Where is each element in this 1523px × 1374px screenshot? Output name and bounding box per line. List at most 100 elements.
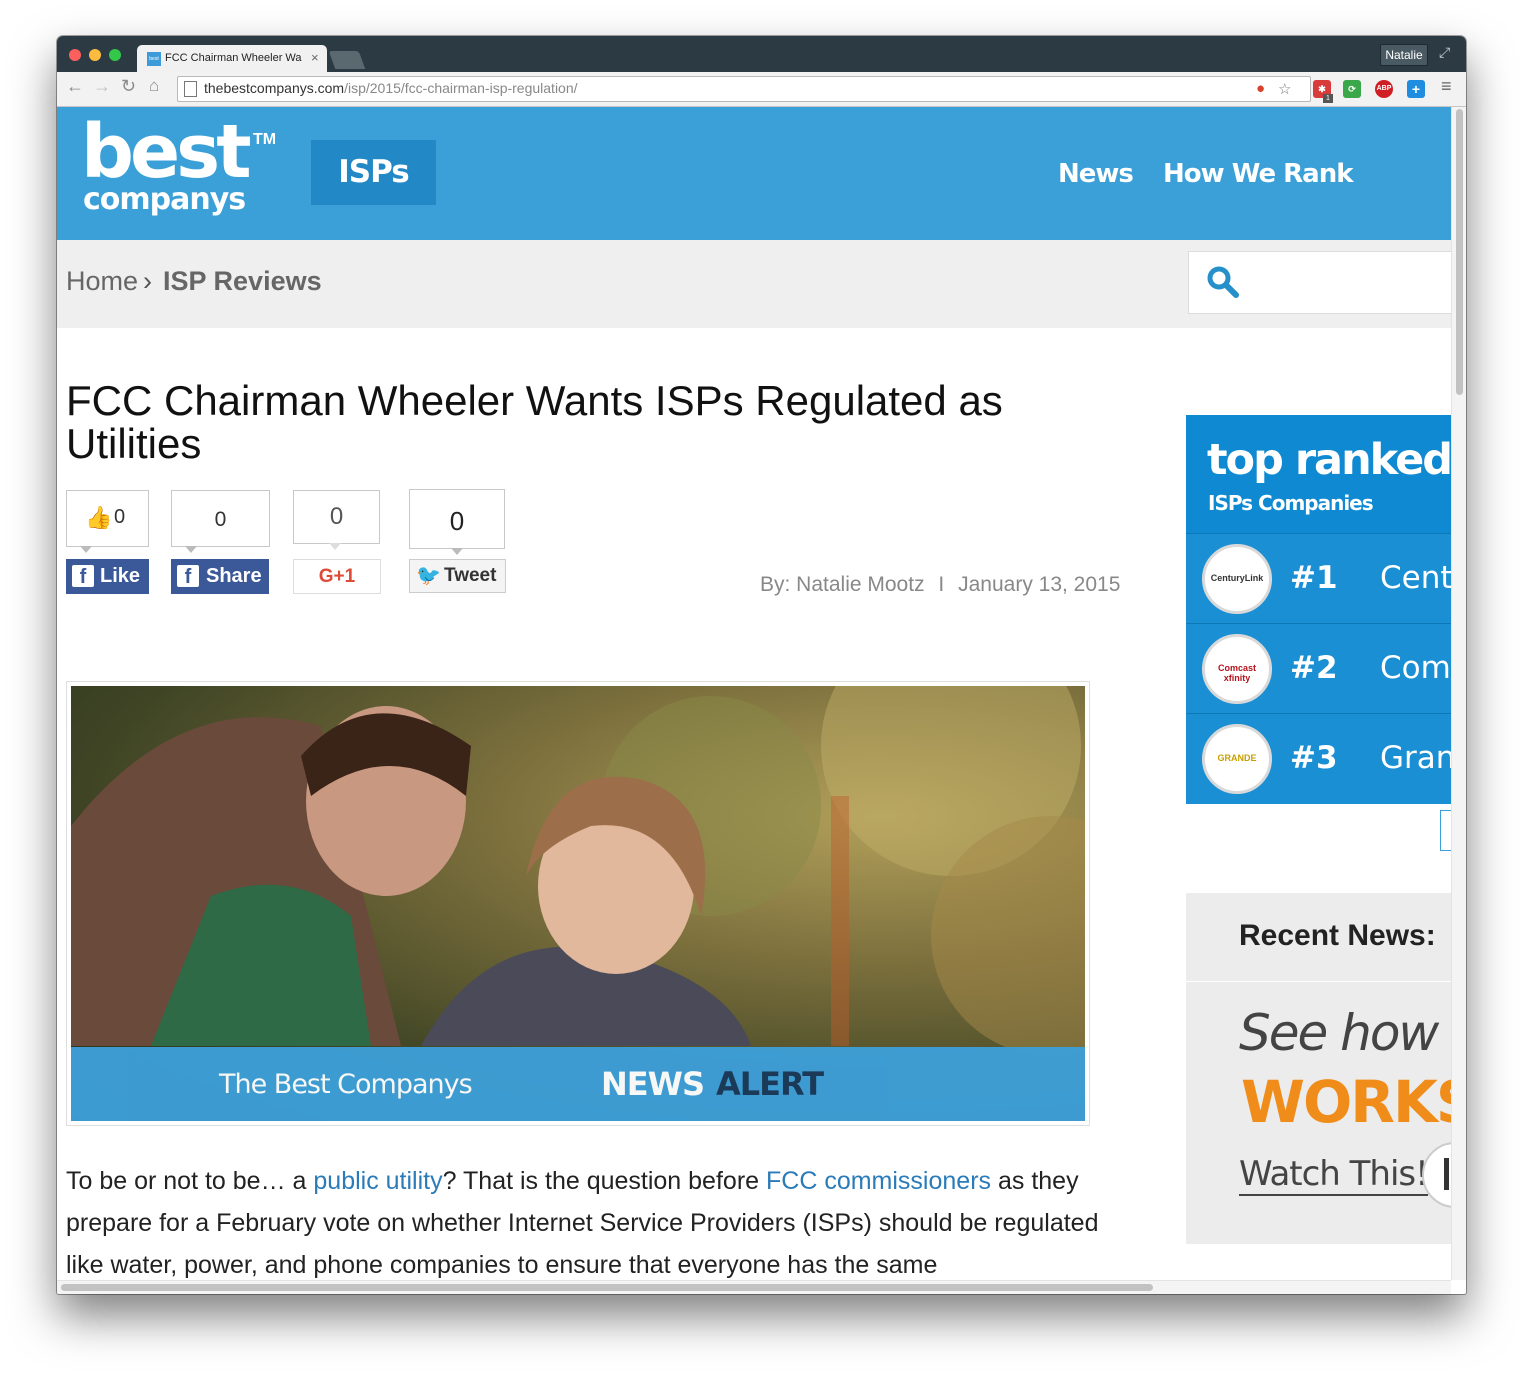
facebook-icon: f	[177, 565, 199, 588]
centurylink-logo: CenturyLink	[1202, 544, 1272, 614]
url-text[interactable]: thebestcompanys.com/isp/2015/fcc-chairma…	[204, 80, 578, 96]
search-icon[interactable]	[1205, 264, 1241, 300]
recent-news-title: Recent News:	[1239, 919, 1436, 952]
back-icon[interactable]: ←	[66, 76, 84, 97]
isps-section-button[interactable]: ISPs	[311, 140, 436, 205]
logo-best[interactable]: best	[81, 115, 252, 189]
play-icon[interactable]	[1422, 1142, 1451, 1208]
rank-1: #1	[1290, 560, 1338, 596]
hero-image: The Best Companys NEWS ALERT	[71, 686, 1085, 1121]
grande-logo: GRANDE	[1202, 724, 1272, 794]
byline: By: Natalie Mootz I January 13, 2015	[760, 573, 1120, 597]
url-path: /isp/2015/fcc-chairman-isp-regulation/	[344, 80, 578, 96]
banner-news: NEWS	[601, 1065, 705, 1103]
gplus-button[interactable]: G+1	[293, 559, 381, 594]
page-icon	[184, 81, 197, 97]
tab-favicon-icon: best	[147, 52, 161, 66]
fb-like-count-box: 👍 0	[66, 490, 149, 547]
byline-separator: I	[938, 573, 945, 596]
centurylink-logo-text: CenturyLink	[1210, 573, 1264, 583]
tab-title: FCC Chairman Wheeler Wa	[165, 52, 302, 64]
logo-companys[interactable]: companys	[83, 185, 246, 215]
minimize-window-button[interactable]	[89, 49, 101, 61]
home-icon[interactable]: ⌂	[149, 76, 159, 96]
rank-3: #3	[1290, 740, 1338, 776]
zoom-window-button[interactable]	[109, 49, 121, 61]
new-tab-button[interactable]	[328, 51, 366, 69]
article-body: To be or not to be… a public utility? Th…	[66, 1160, 1126, 1280]
video-ad[interactable]: See how WORKS Watch This!	[1186, 982, 1451, 1244]
gplus-pointer	[329, 543, 341, 550]
plus-icon[interactable]: +	[1407, 80, 1425, 98]
tab-strip: best FCC Chairman Wheeler Wa × Natalie ⤢	[57, 36, 1466, 72]
forward-icon[interactable]: →	[93, 76, 111, 97]
top-ranked-row-1[interactable]: CenturyLink #1 CenturyLink	[1186, 533, 1451, 624]
url-host: thebestcompanys.com	[204, 80, 345, 96]
horizontal-scroll-thumb[interactable]	[61, 1284, 1153, 1291]
fb-like-label: Like	[100, 565, 141, 587]
search-input[interactable]	[1188, 251, 1451, 314]
company-name-2[interactable]: Comcast	[1380, 650, 1451, 686]
lastpass-icon[interactable]: ●	[1256, 80, 1265, 97]
fb-like-pointer	[80, 546, 92, 553]
adblock-icon[interactable]: ABP	[1375, 80, 1393, 98]
top-ranked-title: top ranked	[1207, 435, 1451, 485]
body-text-1: To be or not to be… a	[66, 1167, 314, 1195]
top-ranked-row-2[interactable]: Comcast xfinity #2 Comcast	[1186, 623, 1451, 714]
fcc-commissioners-link[interactable]: FCC commissioners	[766, 1167, 991, 1195]
company-name-1[interactable]: CenturyLink	[1380, 560, 1451, 596]
twitter-bird-icon: 🐦	[416, 565, 441, 587]
fb-share-pointer	[185, 546, 197, 553]
tab-active[interactable]: best FCC Chairman Wheeler Wa ×	[137, 45, 327, 72]
menu-icon[interactable]: ≡	[1441, 76, 1452, 97]
nav-news[interactable]: News	[1058, 159, 1134, 189]
star-icon[interactable]: ☆	[1278, 80, 1291, 98]
close-window-button[interactable]	[69, 49, 81, 61]
gplus-count-box: 0	[293, 490, 380, 544]
reload-icon[interactable]: ↻	[121, 76, 136, 97]
comcast-logo-text: Comcast xfinity	[1217, 663, 1256, 683]
vertical-scroll-thumb[interactable]	[1456, 109, 1463, 395]
profile-button[interactable]: Natalie	[1380, 44, 1428, 66]
tab-close-icon[interactable]: ×	[311, 50, 319, 65]
fb-like-count: 0	[114, 506, 126, 528]
banner-alert: ALERT	[716, 1065, 824, 1103]
tweet-label: Tweet	[444, 565, 497, 586]
logo-trademark: TM	[253, 131, 277, 148]
fullscreen-icon[interactable]: ⤢	[1439, 44, 1450, 61]
body-text-2: ? That is the question before	[442, 1167, 766, 1195]
vertical-scrollbar[interactable]	[1451, 107, 1466, 1280]
byline-date: January 13, 2015	[958, 573, 1121, 596]
top-ranked-row-3[interactable]: GRANDE #3 Grande	[1186, 713, 1451, 804]
extension-badge: 1	[1323, 94, 1333, 103]
ad-watch-this[interactable]: Watch This!	[1239, 1154, 1429, 1196]
grande-logo-text: GRANDE	[1217, 753, 1257, 763]
horizontal-scrollbar[interactable]	[57, 1280, 1451, 1294]
tweet-button[interactable]: 🐦 Tweet	[409, 559, 506, 593]
view-more-button[interactable]	[1440, 810, 1451, 851]
byline-author: By: Natalie Mootz	[760, 573, 925, 596]
comcast-logo: Comcast xfinity	[1202, 634, 1272, 704]
news-alert-banner: The Best Companys NEWS ALERT	[71, 1047, 1085, 1121]
site-header: best TM companys ISPs News How We Rank	[57, 107, 1451, 240]
nav-how-we-rank[interactable]: How We Rank	[1163, 159, 1353, 189]
tweet-count-box: 0	[409, 489, 505, 549]
breadcrumb-home[interactable]: Home	[66, 266, 138, 297]
breadcrumb-isp-reviews[interactable]: ISP Reviews	[163, 266, 322, 297]
hero-image-frame: The Best Companys NEWS ALERT	[66, 681, 1090, 1126]
company-name-3[interactable]: Grande	[1380, 740, 1451, 776]
banner-brand: The Best Companys	[219, 1069, 473, 1100]
public-utility-link[interactable]: public utility	[313, 1167, 442, 1195]
ad-line-works: WORKS	[1241, 1068, 1451, 1136]
fb-like-button[interactable]: f Like	[66, 559, 149, 594]
article-title: FCC Chairman Wheeler Wants ISPs Regulate…	[66, 377, 1003, 467]
tweet-count: 0	[449, 506, 465, 536]
address-bar[interactable]: thebestcompanys.com/isp/2015/fcc-chairma…	[177, 76, 1311, 102]
breadcrumb: Home › ISP Reviews	[57, 240, 1451, 328]
fb-share-button[interactable]: f Share	[171, 559, 269, 594]
facebook-icon: f	[72, 565, 94, 588]
browser-window: best FCC Chairman Wheeler Wa × Natalie ⤢…	[57, 36, 1466, 1294]
evernote-icon[interactable]: ⟳	[1343, 80, 1361, 98]
recent-news-header: Recent News:	[1186, 893, 1451, 981]
browser-toolbar: ← → ↻ ⌂ thebestcompanys.com/isp/2015/fcc…	[57, 72, 1466, 107]
